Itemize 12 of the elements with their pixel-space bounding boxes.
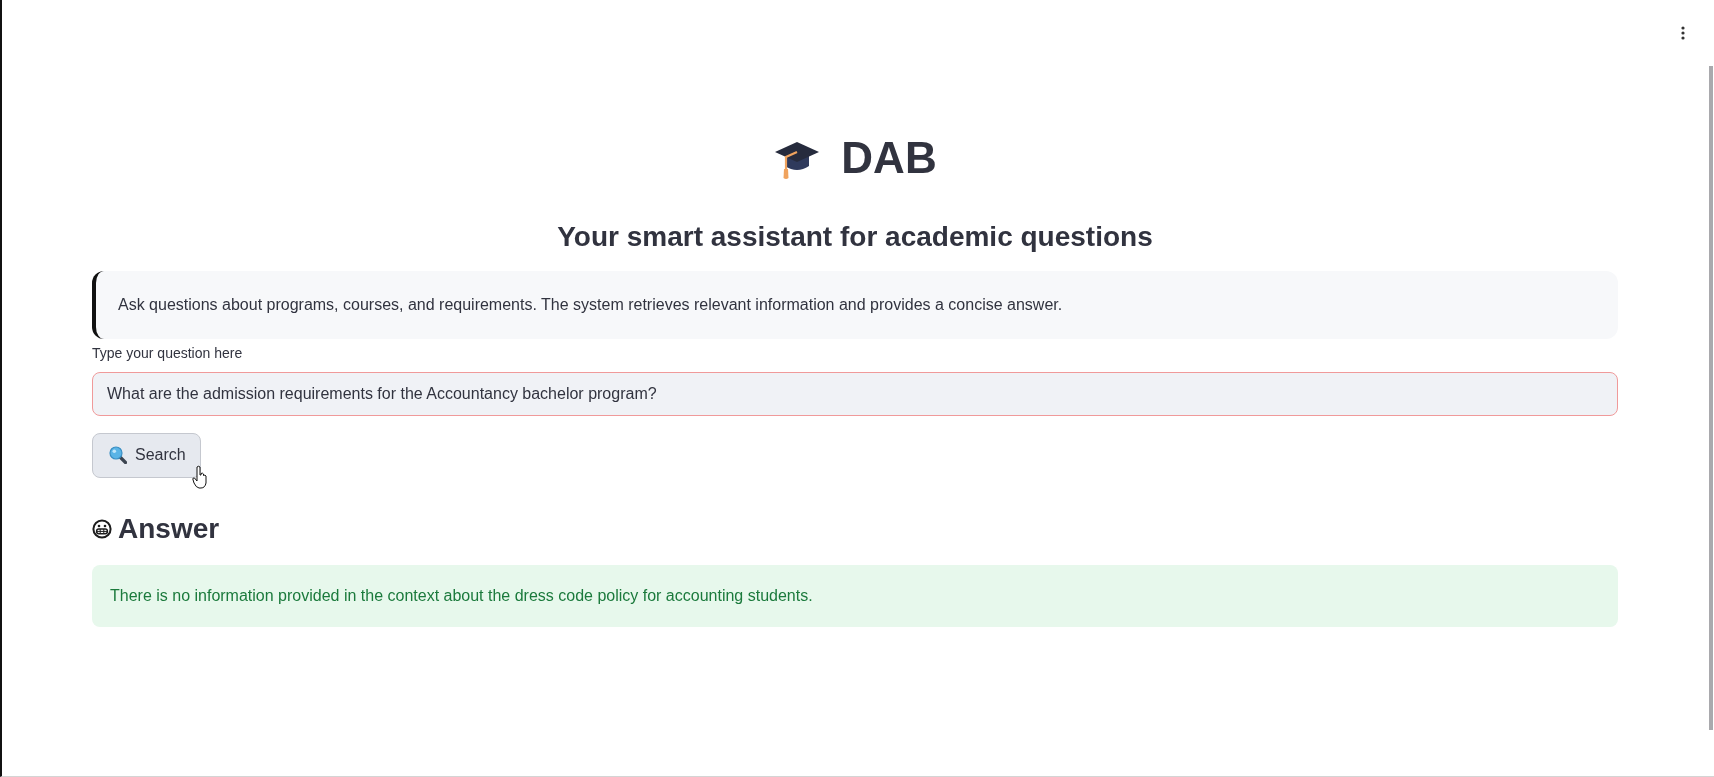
hand-cursor-icon xyxy=(192,464,208,489)
search-button[interactable]: Search xyxy=(92,432,201,478)
scrollbar-thumb[interactable] xyxy=(1709,66,1713,730)
answer-heading: Answer xyxy=(118,511,220,546)
app-subtitle: Your smart assistant for academic questions xyxy=(557,220,1153,254)
answer-text: There is no information provided in the context about the dress code policy for accounting students. xyxy=(110,585,814,606)
grimacing-face-icon xyxy=(92,518,112,539)
search-icon xyxy=(109,446,127,465)
question-input[interactable]: What are the admission requirements for the Accountancy bachelor program? xyxy=(92,371,1618,416)
info-text: Ask questions about programs, courses, and requirements. The system retrieves relevant information and provides a concise answer. xyxy=(118,294,1064,315)
question-label: Type your question here xyxy=(92,343,243,363)
app-title: DAB xyxy=(841,131,937,184)
